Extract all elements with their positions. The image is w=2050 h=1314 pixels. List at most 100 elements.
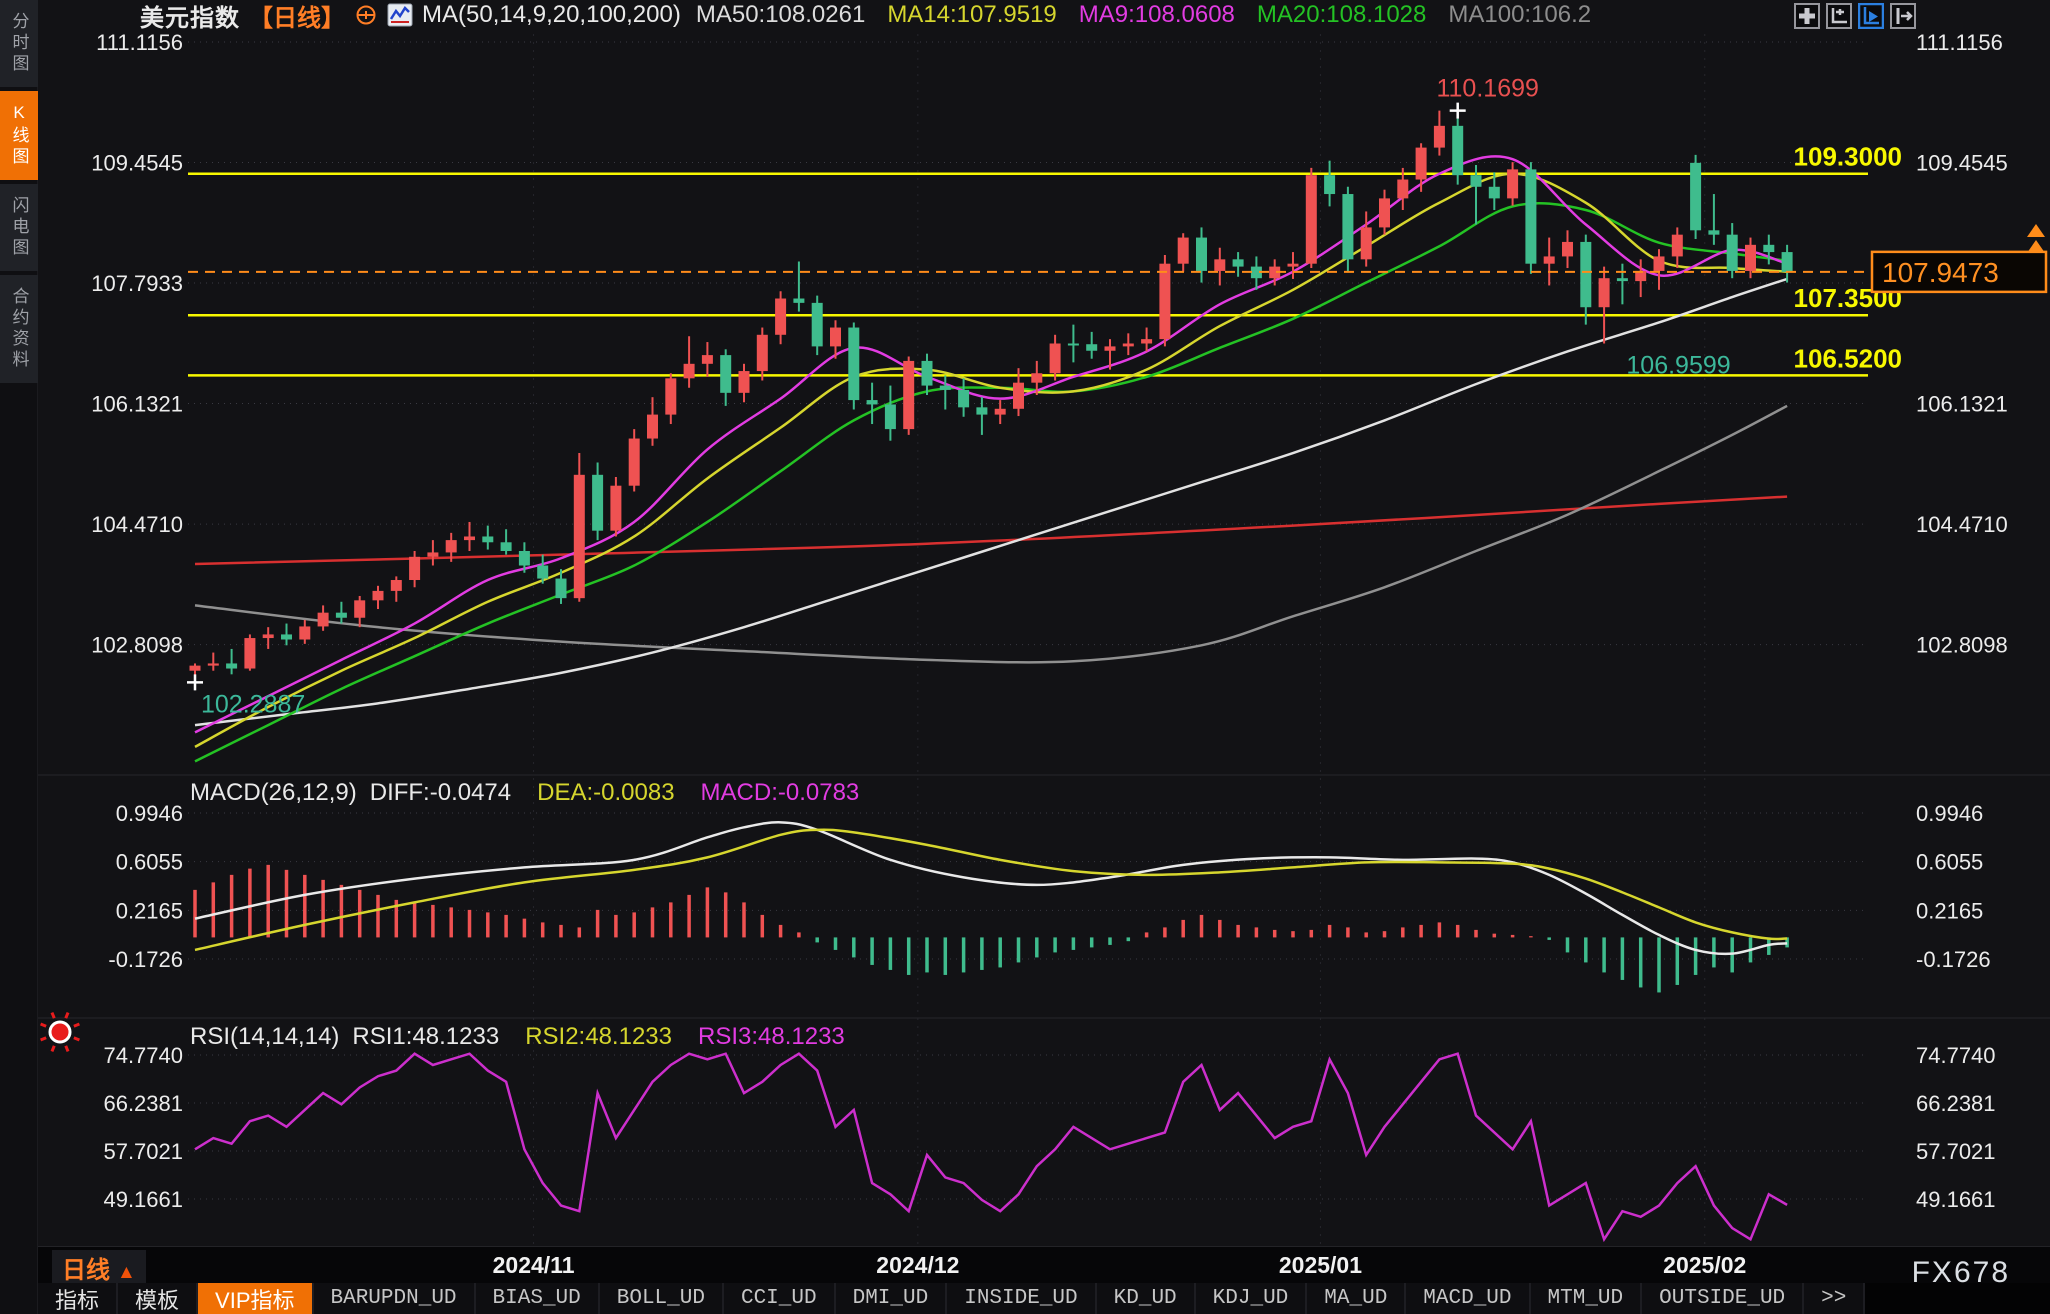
candle-body [903, 361, 914, 429]
candle-body [1178, 238, 1189, 264]
price-up-arrows-icon [2027, 224, 2045, 253]
sidebar-item-2[interactable]: 闪电图 [0, 184, 38, 271]
candle-body [1123, 343, 1134, 346]
macd-bar [797, 932, 801, 937]
candle-body [848, 328, 859, 401]
candle-body [299, 626, 310, 639]
macd-bar [1017, 937, 1021, 962]
ma-line-MA50 [195, 279, 1787, 725]
rsi-header: RSI(14,14,14) RSI1:48.1233 RSI2:48.1233 … [190, 1023, 871, 1051]
candle-body [1654, 256, 1665, 271]
candle-body [684, 364, 695, 379]
toolbar-tab-模板[interactable]: 模板 [118, 1283, 198, 1314]
toolbar-tab-MA_UD[interactable]: MA_UD [1307, 1283, 1406, 1314]
x-axis-date-label: 2025/02 [1663, 1252, 1746, 1279]
toolbar-tab-INSIDE_UD[interactable]: INSIDE_UD [947, 1283, 1096, 1314]
rsi-axis-tick-right: 49.1661 [1916, 1187, 1996, 1212]
candle-body [1031, 373, 1042, 382]
extreme-marker-icon [1450, 103, 1466, 119]
candle-body [830, 328, 841, 347]
price-annotation: 102.2887 [201, 690, 305, 718]
macd-bar [651, 907, 655, 937]
candle-body [373, 591, 384, 600]
macd-bar [1602, 937, 1606, 972]
candle-body [1233, 259, 1244, 266]
macd-bar [742, 902, 746, 937]
axis-scale-icon[interactable] [1826, 3, 1852, 29]
candle-body [739, 371, 750, 393]
candle-body [1599, 278, 1610, 307]
macd-bar [1328, 925, 1332, 938]
pane-detach-icon[interactable] [1890, 3, 1916, 29]
rsi-axis-tick-left: 74.7740 [103, 1043, 183, 1068]
candle-body [720, 355, 731, 393]
price-axis-tick-right: 104.4710 [1916, 512, 2008, 537]
macd-bar [1273, 930, 1277, 938]
toolbar-tab-DMI_UD[interactable]: DMI_UD [836, 1283, 948, 1314]
candle-body [1708, 230, 1719, 234]
rsi-alert-core [50, 1022, 70, 1042]
macd-bar [962, 937, 966, 972]
pan-cross-icon[interactable] [1794, 3, 1820, 29]
rsi1-value: RSI1:48.1233 [352, 1023, 499, 1051]
indicator-toolbar: 指标模板VIP指标BARUPDN_UDBIAS_UDBOLL_UDCCI_UDD… [38, 1283, 2050, 1314]
toolbar-tab-OUTSIDE_UD[interactable]: OUTSIDE_UD [1642, 1283, 1804, 1314]
macd-bar [1547, 937, 1551, 940]
price-axis-tick-left: 102.8098 [91, 633, 183, 658]
candle-body [976, 407, 987, 414]
sidebar-item-3[interactable]: 合约资料 [0, 275, 38, 383]
candle-body [391, 580, 402, 591]
sidebar-item-0[interactable]: 分时图 [0, 0, 38, 87]
macd-bar [1310, 930, 1314, 938]
toolbar-tab-CCI_UD[interactable]: CCI_UD [724, 1283, 836, 1314]
macd-axis-tick-right: 0.2165 [1916, 898, 1983, 923]
candle-body [647, 415, 658, 439]
macd-bar [413, 902, 417, 937]
toolbar-tab->>[interactable]: >> [1804, 1283, 1865, 1314]
macd-axis-tick-left: -0.1726 [108, 947, 183, 972]
macd-bar [1364, 932, 1368, 937]
macd-bar [1218, 920, 1222, 938]
macd-bar [944, 937, 948, 975]
ma-value: MA50:108.0261 [696, 1, 865, 29]
macd-bar [761, 915, 765, 938]
toolbar-tab-指标[interactable]: 指标 [38, 1283, 118, 1314]
candle-body [1306, 175, 1317, 264]
toolbar-tab-MTM_UD[interactable]: MTM_UD [1531, 1283, 1643, 1314]
candle-body [1452, 126, 1463, 175]
macd-bar [1493, 934, 1497, 938]
toolbar-tab-MACD_UD[interactable]: MACD_UD [1406, 1283, 1530, 1314]
price-axis-tick-left: 107.7933 [91, 271, 183, 296]
rsi-line [195, 1054, 1787, 1240]
axis-play-icon[interactable] [1858, 3, 1884, 29]
price-axis-tick-right: 109.4545 [1916, 151, 2008, 176]
sidebar-item-1[interactable]: K线图 [0, 91, 38, 180]
candle-body [702, 355, 713, 364]
toolbar-tab-BIAS_UD[interactable]: BIAS_UD [476, 1283, 600, 1314]
macd-bar [925, 937, 929, 972]
candle-body [1544, 256, 1555, 263]
candle-body [629, 439, 640, 486]
candle-body [1050, 343, 1061, 373]
toolbar-tab-VIP指标[interactable]: VIP指标 [198, 1283, 313, 1314]
candle-body [1763, 245, 1774, 252]
crosshair-circle-icon[interactable] [354, 3, 378, 27]
macd-bar [870, 937, 874, 965]
candle-body [665, 378, 676, 414]
rsi-alert-ray [52, 1046, 54, 1052]
toolbar-tab-BARUPDN_UD[interactable]: BARUPDN_UD [314, 1283, 476, 1314]
toolbar-tab-KDJ_UD[interactable]: KDJ_UD [1196, 1283, 1308, 1314]
macd-bar [779, 925, 783, 938]
candle-body [940, 386, 951, 390]
candle-body [336, 613, 347, 618]
macd-bar [1108, 937, 1112, 945]
ma-formula: MA(50,14,9,20,100,200) [422, 1, 681, 29]
candle-body [244, 638, 255, 668]
macd-diff-value: DIFF:-0.0474 [370, 779, 511, 807]
macd-bar [706, 887, 710, 937]
rsi-axis-tick-left: 57.7021 [103, 1139, 183, 1164]
rsi3-value: RSI3:48.1233 [698, 1023, 845, 1051]
toolbar-tab-BOLL_UD[interactable]: BOLL_UD [600, 1283, 724, 1314]
chart-type-icon[interactable] [387, 3, 413, 27]
toolbar-tab-KD_UD[interactable]: KD_UD [1097, 1283, 1196, 1314]
